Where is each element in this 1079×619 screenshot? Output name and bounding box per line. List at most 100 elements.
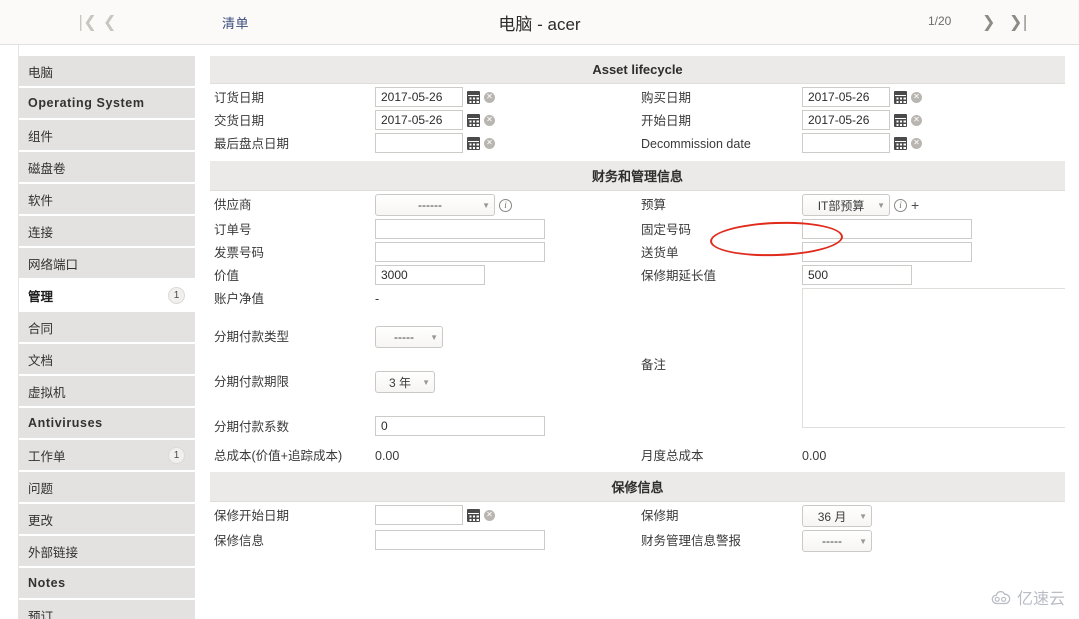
field-book-value: - — [375, 285, 637, 307]
installment-type-select[interactable]: ----- ▼ — [375, 326, 443, 348]
sidebar-item-label: Antiviruses — [28, 416, 103, 430]
sidebar-item-label: Operating System — [28, 96, 145, 110]
field-label-delivery-date: 交货日期 — [214, 114, 265, 128]
field-installment-type: ----- ▼ — [375, 323, 637, 348]
form-row: 保修开始日期 ✕ 保修期 36 月 ▼ — [210, 502, 1065, 527]
field-label-monthly-cost: 月度总成本 — [641, 449, 704, 463]
sidebar-item-2[interactable]: 组件 — [19, 120, 195, 150]
chevron-down-icon: ▼ — [859, 511, 867, 521]
warranty-info-input[interactable] — [375, 530, 545, 550]
finance-grid: 供应商 ------ ▼ i 预算 IT部预算 ▼ i + 订单号 固定号码 发… — [210, 191, 1065, 472]
next-record-icon[interactable]: ❯ — [982, 13, 995, 31]
calendar-icon[interactable] — [894, 136, 907, 150]
supplier-select[interactable]: ------ ▼ — [375, 194, 495, 216]
field-delivery-date: ✕ — [375, 107, 637, 130]
field-label-warranty-start: 保修开始日期 — [214, 509, 290, 523]
calendar-icon[interactable] — [467, 113, 480, 127]
clear-icon[interactable]: ✕ — [484, 137, 495, 149]
budget-select[interactable]: IT部预算 ▼ — [802, 194, 890, 216]
sidebar-item-7[interactable]: 管理 1 — [19, 280, 195, 310]
fixed-number-input[interactable] — [802, 219, 972, 239]
warranty-period-select[interactable]: 36 月 ▼ — [802, 505, 872, 527]
clear-icon[interactable]: ✕ — [911, 91, 922, 103]
clear-icon[interactable]: ✕ — [911, 137, 922, 149]
chevron-down-icon: ▼ — [482, 200, 490, 210]
calendar-icon[interactable] — [467, 90, 480, 104]
sidebar-item-8[interactable]: 合同 — [19, 312, 195, 342]
field-label-total-cost: 总成本(价值+追踪成本) — [214, 449, 343, 463]
start-date-input[interactable] — [802, 110, 890, 130]
calendar-icon[interactable] — [894, 90, 907, 104]
field-label-installment-term: 分期付款期限 — [214, 375, 290, 389]
warranty-start-date-input[interactable] — [375, 505, 463, 525]
sidebar-item-3[interactable]: 磁盘卷 — [19, 152, 195, 182]
field-label-delivery-note: 送货单 — [641, 246, 679, 260]
field-value — [375, 262, 637, 285]
sidebar-item-label: 合同 — [28, 321, 54, 336]
sidebar-item-11[interactable]: Antiviruses — [19, 408, 195, 438]
value-input[interactable] — [375, 265, 485, 285]
sidebar-item-16[interactable]: Notes — [19, 568, 195, 598]
last-record-icon[interactable]: ❯| — [1009, 13, 1028, 31]
field-delivery-note — [802, 239, 1064, 262]
field-last-inventory-date: ✕ — [375, 130, 637, 153]
field-warranty-info — [375, 527, 637, 552]
purchase-date-input[interactable] — [802, 87, 890, 107]
clear-icon[interactable]: ✕ — [484, 114, 495, 126]
main-panel: Asset lifecycle 订货日期 ✕ 购买日期 — [210, 56, 1065, 619]
sidebar-item-14[interactable]: 更改 — [19, 504, 195, 534]
delivery-date-input[interactable] — [375, 110, 463, 130]
field-label-installment-rate: 分期付款系数 — [214, 420, 290, 434]
sidebar-item-1[interactable]: Operating System — [19, 88, 195, 118]
decommission-date-input[interactable] — [802, 133, 890, 153]
form-row: 订货日期 ✕ 购买日期 ✕ — [210, 84, 1065, 107]
chevron-down-icon: ▼ — [430, 332, 438, 342]
sidebar-item-label: 软件 — [28, 193, 54, 208]
notes-textarea[interactable] — [802, 288, 1065, 428]
form-row: 账户净值 - — [210, 285, 637, 307]
form-row: 保修信息 财务管理信息警报 ----- ▼ — [210, 527, 1065, 552]
sidebar-item-15[interactable]: 外部链接 — [19, 536, 195, 566]
sidebar-item-5[interactable]: 连接 — [19, 216, 195, 246]
delivery-note-input[interactable] — [802, 242, 972, 262]
sidebar-item-10[interactable]: 虚拟机 — [19, 376, 195, 406]
sidebar-item-label: 虚拟机 — [28, 385, 66, 400]
calendar-icon[interactable] — [467, 508, 480, 522]
sidebar-item-label: 连接 — [28, 225, 54, 240]
installment-term-select[interactable]: 3 年 ▼ — [375, 371, 435, 393]
watermark: 亿速云 — [990, 585, 1065, 609]
field-label-installment-type: 分期付款类型 — [214, 330, 290, 344]
add-budget-icon[interactable]: + — [911, 198, 919, 212]
info-icon[interactable]: i — [499, 198, 512, 212]
order-number-input[interactable] — [375, 219, 545, 239]
form-row: 发票号码 送货单 — [210, 239, 1065, 262]
sidebar-item-12[interactable]: 工作单 1 — [19, 440, 195, 470]
sidebar-item-4[interactable]: 软件 — [19, 184, 195, 214]
field-label-purchase-date: 购买日期 — [641, 91, 692, 105]
field-purchase-date: ✕ — [802, 84, 1064, 107]
clear-icon[interactable]: ✕ — [911, 114, 922, 126]
invoice-number-input[interactable] — [375, 242, 545, 262]
field-warranty-start: ✕ — [375, 502, 637, 527]
installment-rate-input[interactable] — [375, 416, 545, 436]
calendar-icon[interactable] — [894, 113, 907, 127]
field-fixed-no — [802, 216, 1064, 239]
clear-icon[interactable]: ✕ — [484, 509, 495, 521]
sidebar-item-6[interactable]: 网络端口 — [19, 248, 195, 278]
field-decommission-date: ✕ — [802, 130, 1064, 153]
sidebar-item-0[interactable]: 电脑 — [19, 56, 195, 86]
sidebar-item-17[interactable]: 预订 — [19, 600, 195, 619]
warranty-extension-input[interactable] — [802, 265, 912, 285]
field-label-budget: 预算 — [641, 198, 667, 212]
book-value-text: - — [375, 292, 380, 306]
field-label-book-value: 账户净值 — [214, 292, 265, 306]
clear-icon[interactable]: ✕ — [484, 91, 495, 103]
finance-alert-select[interactable]: ----- ▼ — [802, 530, 872, 552]
lifecycle-grid: 订货日期 ✕ 购买日期 ✕ — [210, 84, 1065, 161]
sidebar-item-9[interactable]: 文档 — [19, 344, 195, 374]
order-date-input[interactable] — [375, 87, 463, 107]
calendar-icon[interactable] — [467, 136, 480, 150]
info-icon[interactable]: i — [894, 198, 907, 212]
last-inventory-date-input[interactable] — [375, 133, 463, 153]
sidebar-item-13[interactable]: 问题 — [19, 472, 195, 502]
